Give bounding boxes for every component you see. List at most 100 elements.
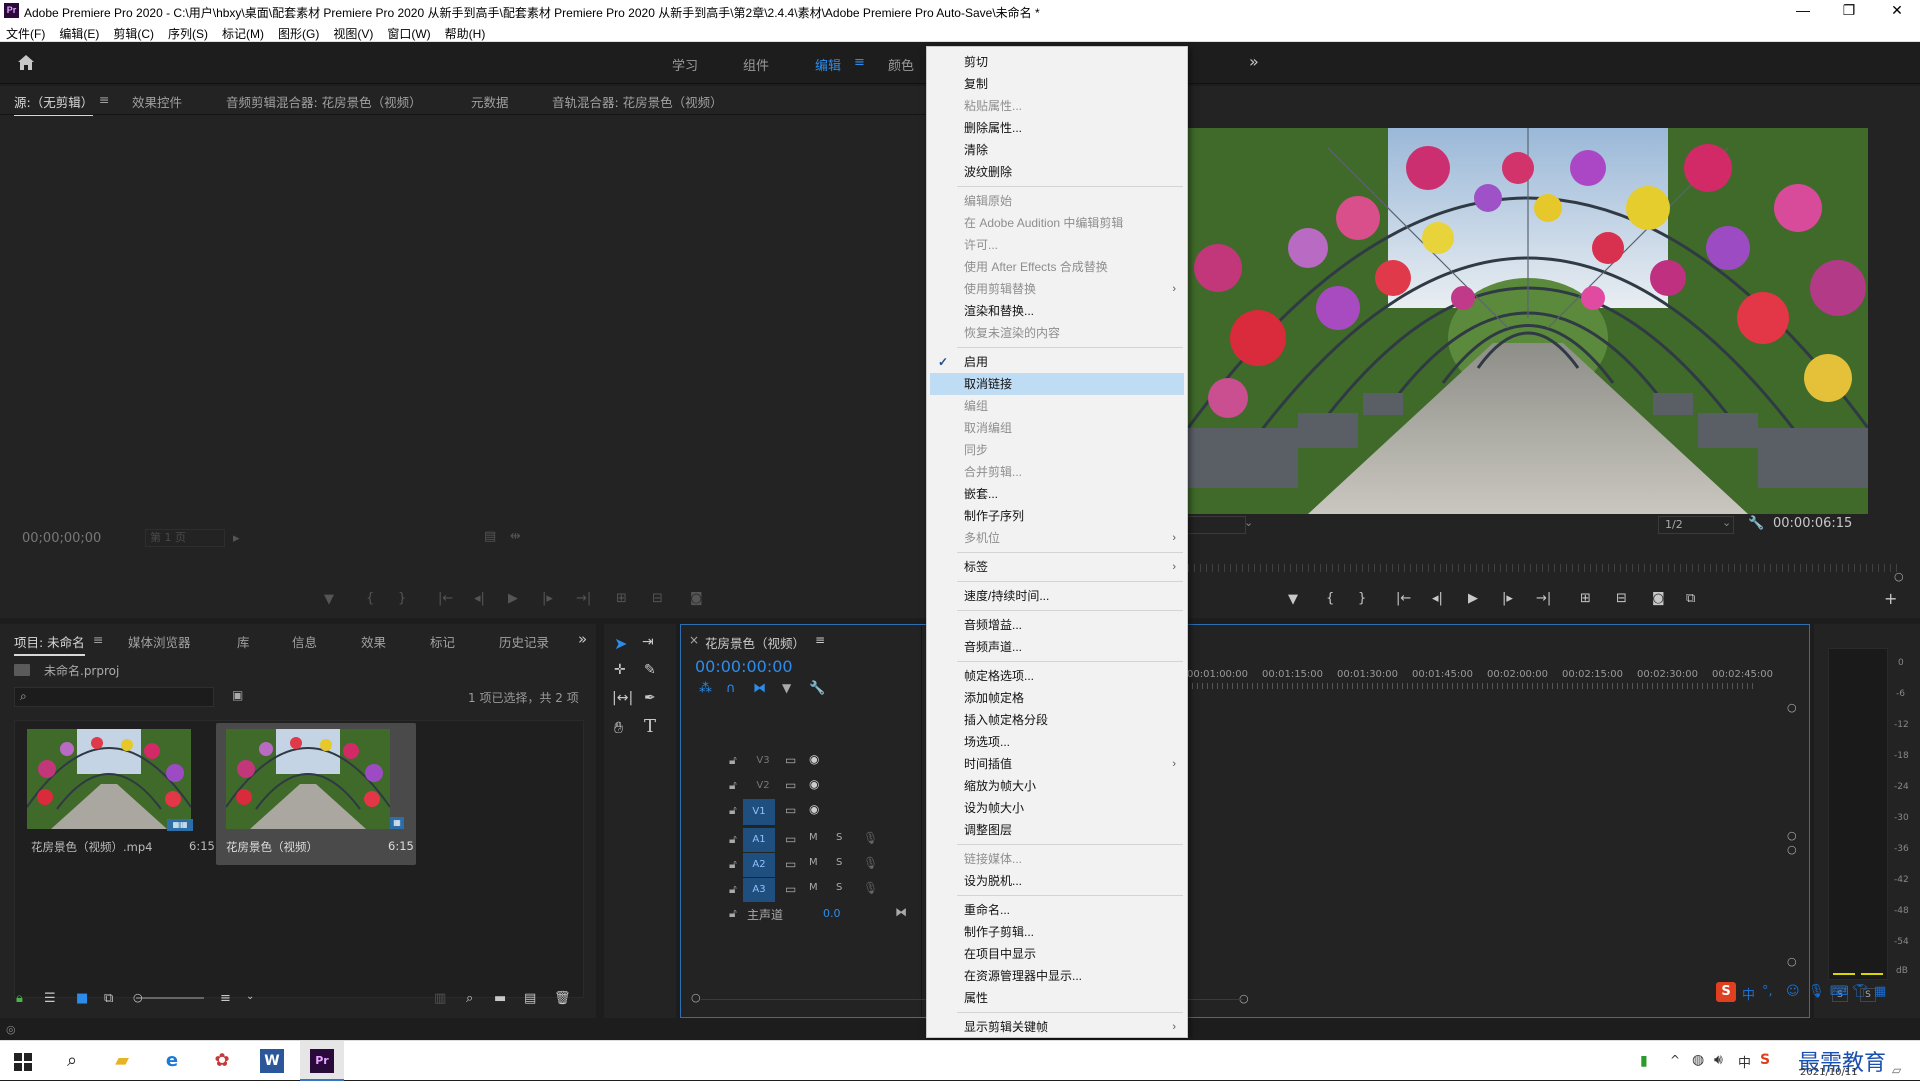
track-label[interactable]: A3 [743, 878, 775, 902]
audio-vscroll-top[interactable]: ○ [1787, 843, 1797, 856]
context-menu-item[interactable]: 设为脱机... [930, 870, 1184, 892]
program-mark-out-icon[interactable]: } [1358, 591, 1366, 606]
video-vscroll-bottom[interactable]: ○ [1787, 829, 1797, 842]
tab-audio-track-mixer[interactable]: 音轨混合器: 花房景色（视频） [552, 92, 723, 111]
file-explorer-icon[interactable]: ▰ [102, 1045, 142, 1077]
sync-lock-icon[interactable]: ▭ [785, 857, 796, 871]
workspace-overflow-icon[interactable]: » [1249, 52, 1259, 71]
lock-icon[interactable]: 🔒︎ [16, 991, 23, 1006]
program-compare-icon[interactable]: ⧉ [1686, 591, 1695, 606]
tab-effects[interactable]: 效果 [361, 632, 386, 651]
eye-icon[interactable]: ◉ [809, 752, 819, 766]
context-menu-item[interactable]: 音频增益... [930, 614, 1184, 636]
mute-button[interactable]: M [809, 857, 818, 868]
minimize-button[interactable]: — [1780, 0, 1826, 22]
project-search-input[interactable] [14, 687, 214, 707]
source-settings-icon[interactable]: ▤ [484, 529, 496, 544]
notification-icon[interactable]: ▱ [1892, 1063, 1901, 1077]
track-label[interactable]: A2 [743, 853, 775, 877]
mute-button[interactable]: M [809, 832, 818, 843]
context-menu-item[interactable]: 嵌套... [930, 483, 1184, 505]
context-menu-item[interactable]: 音频声道... [930, 636, 1184, 658]
timeline-timecode[interactable]: 00:00:00:00 [695, 657, 793, 676]
volume-icon[interactable]: 🔊︎ [1714, 1052, 1723, 1068]
context-menu-item[interactable]: 在项目中显示 [930, 943, 1184, 965]
tab-source-menu-icon[interactable]: ≡ [99, 92, 109, 107]
menu-markers[interactable]: 标记(M) [215, 22, 271, 42]
source-page-select[interactable]: 第 1 页 [145, 529, 225, 547]
ime-skin-icon[interactable]: 👕︎ [1852, 984, 1869, 999]
source-play-icon[interactable]: ▶ [508, 591, 518, 606]
menu-view[interactable]: 视图(V) [326, 22, 380, 42]
snap-icon[interactable]: ∩ [726, 681, 736, 696]
workspace-color[interactable]: 颜色 [888, 55, 914, 74]
tray-arrow-icon[interactable]: ^ [1670, 1053, 1680, 1067]
tab-audio-clip-mixer[interactable]: 音频剪辑混合器: 花房景色（视频） [226, 92, 422, 111]
track-label[interactable]: V2 [751, 776, 775, 796]
zoom-slider-handle[interactable]: ○ [133, 991, 143, 1004]
program-step-forward-icon[interactable]: |▸ [1502, 591, 1513, 606]
workspace-learn[interactable]: 学习 [672, 55, 698, 74]
context-menu-item[interactable]: 重命名... [930, 899, 1184, 921]
ime-tools-icon[interactable]: ▦ [1874, 984, 1886, 999]
track-label[interactable]: V3 [751, 751, 775, 771]
menu-file[interactable]: 文件(F) [0, 22, 52, 42]
ime-mode[interactable]: 中 [1742, 984, 1755, 1003]
sort-icon[interactable]: ≡ [220, 991, 231, 1006]
context-menu-item[interactable]: 清除 [930, 139, 1184, 161]
list-view-icon[interactable]: ☰ [44, 991, 56, 1006]
tab-info[interactable]: 信息 [292, 632, 317, 651]
track-select-tool-icon[interactable]: ⇥ [642, 634, 654, 650]
new-bin-from-search-icon[interactable]: ▣ [232, 688, 243, 702]
menu-clip[interactable]: 剪辑(C) [106, 22, 161, 42]
program-add-marker-icon[interactable]: ▼ [1288, 592, 1298, 607]
track-lock-icon[interactable]: 🔓︎ [729, 778, 737, 793]
context-menu-item[interactable]: 剪切 [930, 51, 1184, 73]
program-resolution-arrow-icon[interactable]: ⌄ [1722, 516, 1731, 529]
context-menu-item[interactable]: 显示剪辑关键帧 › [930, 1016, 1184, 1038]
track-lock-icon[interactable]: 🔓︎ [729, 857, 737, 872]
context-menu-item[interactable]: 属性 [930, 987, 1184, 1009]
network-icon[interactable]: ◍ [1692, 1052, 1704, 1068]
voiceover-mic-icon[interactable]: 🎙︎ [863, 831, 878, 845]
track-lock-icon[interactable]: 🔓︎ [729, 882, 737, 897]
track-lock-icon[interactable]: 🔓︎ [729, 906, 737, 921]
source-go-to-out-icon[interactable]: →| [576, 591, 591, 606]
context-menu-item[interactable]: 调整图层 [930, 819, 1184, 841]
ime-punct-icon[interactable]: °, [1762, 984, 1773, 999]
eye-icon[interactable]: ◉ [809, 777, 819, 791]
eye-icon[interactable]: ◉ [809, 802, 819, 816]
context-menu-item[interactable]: 速度/持续时间... [930, 585, 1184, 607]
program-extract-icon[interactable]: ⊟ [1616, 591, 1627, 606]
tab-history[interactable]: 历史记录 [499, 632, 549, 651]
context-menu-item[interactable]: 在资源管理器中显示... [930, 965, 1184, 987]
solo-button[interactable]: S [836, 882, 842, 893]
tab-source[interactable]: 源:（无剪辑） [14, 92, 94, 116]
freeform-view-icon[interactable]: ⧉ [104, 991, 113, 1006]
master-go-to-end-icon[interactable]: ⧓ [895, 905, 907, 919]
sync-lock-icon[interactable]: ▭ [785, 832, 796, 846]
program-go-to-in-icon[interactable]: |← [1396, 591, 1411, 606]
tab-markers[interactable]: 标记 [430, 632, 455, 651]
project-item[interactable]: ▦▦ 花房景色（视频）.mp4 6:15 [19, 725, 215, 865]
menu-edit[interactable]: 编辑(E) [52, 22, 106, 42]
edge-browser-icon[interactable]: e [152, 1045, 192, 1077]
program-mark-in-icon[interactable]: { [1326, 591, 1334, 606]
source-insert-icon[interactable]: ⇹ [510, 529, 521, 544]
tab-media-browser[interactable]: 媒体浏览器 [128, 632, 191, 651]
solo-button[interactable]: S [836, 832, 842, 843]
tab-project-menu-icon[interactable]: ≡ [93, 632, 103, 647]
solo-button[interactable]: S [836, 857, 842, 868]
program-play-icon[interactable]: ▶ [1468, 591, 1478, 606]
context-menu-item[interactable]: 缩放为帧大小 [930, 775, 1184, 797]
sogou-icon[interactable]: S [1760, 1052, 1770, 1068]
ime-emoji-icon[interactable]: ☺ [1786, 984, 1800, 999]
context-menu-item[interactable]: 复制 [930, 73, 1184, 95]
source-go-to-in-icon[interactable]: |← [438, 591, 453, 606]
context-menu-item[interactable]: 取消链接 [930, 373, 1184, 395]
source-mark-out-icon[interactable]: } [398, 591, 406, 606]
sort-arrow-icon[interactable]: ⌄ [246, 991, 254, 1002]
source-insert-clip-icon[interactable]: ⊞ [616, 591, 627, 606]
sync-lock-icon[interactable]: ▭ [785, 778, 796, 792]
voiceover-mic-icon[interactable]: 🎙︎ [863, 856, 878, 870]
